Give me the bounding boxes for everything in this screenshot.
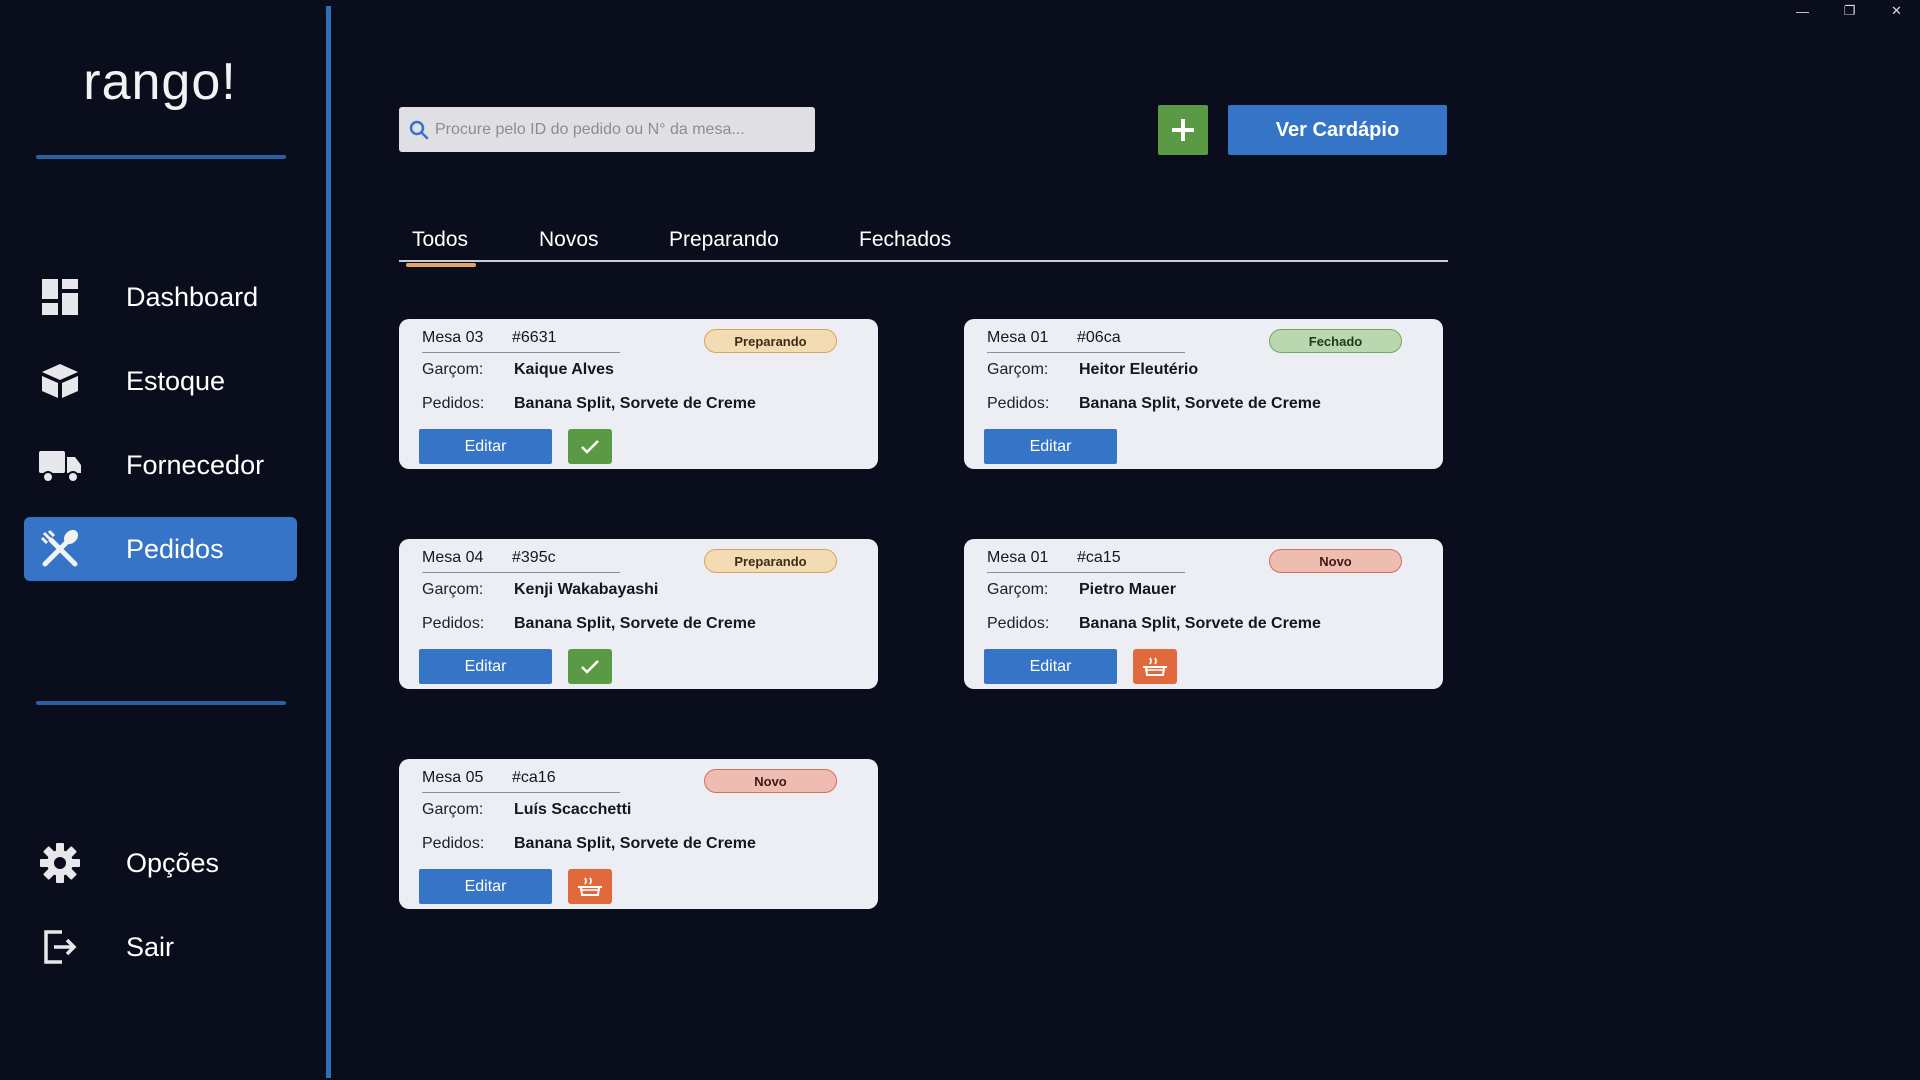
sidebar-item-label: Fornecedor: [126, 449, 265, 480]
waiter-name: Pietro Mauer: [1079, 581, 1176, 598]
items-label: Pedidos:: [987, 615, 1050, 632]
card-header: Mesa 01 #ca15: [987, 549, 1185, 573]
table-number: Mesa 05: [422, 769, 484, 786]
table-number: Mesa 01: [987, 329, 1049, 346]
items-value: Banana Split, Sorvete de Creme: [514, 615, 756, 632]
order-id: #395c: [512, 549, 556, 566]
waiter-label: Garçom:: [987, 361, 1049, 378]
cutlery-icon: [36, 525, 84, 573]
sidebar-item-label: Sair: [126, 931, 175, 962]
plus-icon: [1172, 119, 1194, 141]
items-label: Pedidos:: [987, 395, 1050, 412]
table-number: Mesa 04: [422, 549, 484, 566]
edit-button[interactable]: Editar: [984, 429, 1117, 464]
check-icon: [581, 439, 599, 454]
check-icon: [581, 659, 599, 674]
waiter-name: Heitor Eleutério: [1079, 361, 1199, 378]
search-icon: [409, 120, 429, 140]
add-order-button[interactable]: [1158, 105, 1208, 155]
sidebar-item-sair[interactable]: Sair: [24, 915, 297, 979]
sidebar: rango! Dashboard Estoque Fornecedor Pedi…: [0, 0, 327, 1080]
minimize-button[interactable]: —: [1779, 0, 1826, 22]
start-cooking-button[interactable]: [1133, 649, 1177, 684]
complete-order-button[interactable]: [568, 429, 612, 464]
complete-order-button[interactable]: [568, 649, 612, 684]
order-card: Mesa 01 #ca15 Novo Garçom: Pietro Mauer P…: [964, 539, 1443, 689]
tab-todos[interactable]: Todos: [405, 228, 477, 267]
sidebar-item-estoque[interactable]: Estoque: [24, 349, 297, 413]
sidebar-item-dashboard[interactable]: Dashboard: [24, 265, 297, 329]
items-value: Banana Split, Sorvete de Creme: [1079, 395, 1321, 412]
dashboard-icon: [36, 273, 84, 321]
waiter-name: Luís Scacchetti: [514, 801, 632, 818]
order-id: #06ca: [1077, 329, 1121, 346]
search-input[interactable]: [435, 120, 805, 139]
items-value: Banana Split, Sorvete de Creme: [1079, 615, 1321, 632]
items-label: Pedidos:: [422, 395, 485, 412]
waiter-label: Garçom:: [422, 801, 484, 818]
cooking-pot-icon: [1143, 657, 1167, 676]
order-id: #6631: [512, 329, 557, 346]
sidebar-item-pedidos[interactable]: Pedidos: [24, 517, 297, 581]
edit-button[interactable]: Editar: [419, 649, 552, 684]
order-card: Mesa 05 #ca16 Novo Garçom: Luís Scacchett…: [399, 759, 878, 909]
status-badge: Novo: [1269, 549, 1402, 573]
waiter-name: Kaique Alves: [514, 361, 614, 378]
view-menu-button[interactable]: Ver Cardápio: [1228, 105, 1447, 155]
edit-button[interactable]: Editar: [419, 429, 552, 464]
status-badge: Preparando: [704, 329, 837, 353]
table-number: Mesa 01: [987, 549, 1049, 566]
restore-button[interactable]: ❐: [1826, 0, 1873, 22]
order-card: Mesa 01 #06ca Fechado Garçom: Heitor Eleu…: [964, 319, 1443, 469]
items-value: Banana Split, Sorvete de Creme: [514, 835, 756, 852]
sidebar-item-label: Opções: [126, 847, 220, 878]
sidebar-border: [326, 6, 331, 1078]
sidebar-divider-top: [36, 155, 286, 159]
card-header: Mesa 01 #06ca: [987, 329, 1185, 353]
status-badge: Preparando: [704, 549, 837, 573]
window-controls: — ❐ ✕: [1779, 0, 1920, 22]
items-value: Banana Split, Sorvete de Creme: [514, 395, 756, 412]
table-number: Mesa 03: [422, 329, 484, 346]
cooking-pot-icon: [578, 877, 602, 896]
items-label: Pedidos:: [422, 615, 485, 632]
search-box: [399, 107, 815, 152]
logout-icon: [36, 923, 84, 971]
sidebar-divider-bottom: [36, 701, 286, 705]
order-card: Mesa 04 #395c Preparando Garçom: Kenji Wa…: [399, 539, 878, 689]
sidebar-item-opcoes[interactable]: Opções: [24, 831, 297, 895]
waiter-label: Garçom:: [422, 581, 484, 598]
waiter-label: Garçom:: [422, 361, 484, 378]
order-id: #ca16: [512, 769, 556, 786]
waiter-label: Garçom:: [987, 581, 1049, 598]
truck-icon: [36, 441, 84, 489]
sidebar-item-label: Estoque: [126, 365, 226, 396]
edit-button[interactable]: Editar: [419, 869, 552, 904]
gear-icon: [36, 839, 84, 887]
status-badge: Novo: [704, 769, 837, 793]
order-tabs: Todos Novos Preparando Fechados: [399, 224, 1448, 267]
tab-novos[interactable]: Novos: [539, 228, 599, 264]
items-label: Pedidos:: [422, 835, 485, 852]
sidebar-item-label: Dashboard: [126, 281, 259, 312]
card-header: Mesa 03 #6631: [422, 329, 620, 353]
close-button[interactable]: ✕: [1873, 0, 1920, 22]
edit-button[interactable]: Editar: [984, 649, 1117, 684]
order-card: Mesa 03 #6631 Preparando Garçom: Kaique A…: [399, 319, 878, 469]
order-id: #ca15: [1077, 549, 1121, 566]
card-header: Mesa 05 #ca16: [422, 769, 620, 793]
tab-preparando[interactable]: Preparando: [669, 228, 779, 264]
logo: rango!: [83, 53, 237, 111]
tab-fechados[interactable]: Fechados: [859, 228, 951, 264]
start-cooking-button[interactable]: [568, 869, 612, 904]
box-icon: [36, 357, 84, 405]
card-header: Mesa 04 #395c: [422, 549, 620, 573]
sidebar-item-fornecedor[interactable]: Fornecedor: [24, 433, 297, 497]
sidebar-item-label: Pedidos: [126, 533, 224, 564]
waiter-name: Kenji Wakabayashi: [514, 581, 659, 598]
status-badge: Fechado: [1269, 329, 1402, 353]
